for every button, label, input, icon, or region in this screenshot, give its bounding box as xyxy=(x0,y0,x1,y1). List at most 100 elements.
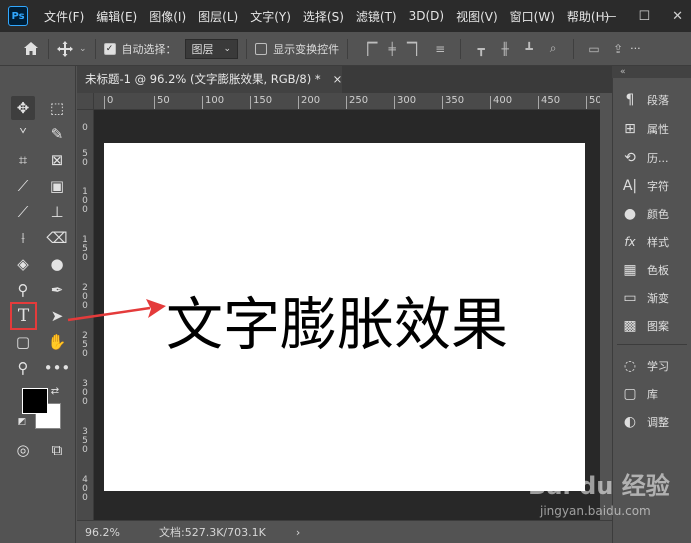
spot-healing-tool-icon[interactable]: ▣ xyxy=(45,174,69,198)
align-left-icon[interactable]: ▕▔ xyxy=(359,42,377,56)
panel-label: 调整 xyxy=(647,416,669,429)
foreground-color-swatch[interactable] xyxy=(22,388,48,414)
frame-tool-icon[interactable]: ⊠ xyxy=(45,148,69,172)
baidu-jingyan-watermark: Bai du 经验 jingyan.baidu.com xyxy=(528,466,688,526)
ruler-tick-label: 0 xyxy=(82,349,88,359)
horizontal-ruler[interactable]: 0 50 100 150 200 250 300 350 400 450 50 xyxy=(94,93,600,110)
menu-type[interactable]: 文字(Y) xyxy=(244,8,297,25)
workspace-icon[interactable]: ▭ xyxy=(587,42,601,56)
show-transform-label: 显示变换控件 xyxy=(273,42,340,56)
screen-mode-icon[interactable]: ⧉ xyxy=(45,438,69,462)
panel-label: 图案 xyxy=(647,320,669,333)
align-center-h-icon[interactable]: ╪ xyxy=(385,42,399,56)
clone-stamp-tool-icon[interactable]: ⊥ xyxy=(45,200,69,224)
document-tab[interactable]: 未标题-1 @ 96.2% (文字膨胀效果, RGB/8) * × xyxy=(77,66,342,93)
close-window-button[interactable]: ✕ xyxy=(672,9,683,24)
marquee-tool-icon[interactable]: ⬚ xyxy=(45,96,69,120)
quick-mask-icon[interactable]: ◎ xyxy=(11,438,35,462)
panel-label: 库 xyxy=(647,388,658,401)
default-colors-icon[interactable]: ◩ xyxy=(16,416,28,428)
swatches-icon: ▦ xyxy=(623,262,637,278)
menu-edit[interactable]: 编辑(E) xyxy=(90,8,143,25)
panel-libraries[interactable]: ▢ 库 xyxy=(621,383,689,405)
panel-history[interactable]: ⟲ 历... xyxy=(621,147,689,169)
panel-label: 段落 xyxy=(647,94,669,107)
vertical-scrollbar[interactable] xyxy=(600,93,612,520)
auto-select-checkbox[interactable]: ✓ xyxy=(103,42,116,55)
status-menu-arrow[interactable]: › xyxy=(296,526,300,539)
swap-colors-icon[interactable]: ⇄ xyxy=(48,384,62,398)
align-bottom-icon[interactable]: ┻ xyxy=(522,42,536,56)
menu-file[interactable]: 文件(F) xyxy=(38,8,90,25)
menu-view[interactable]: 视图(V) xyxy=(450,8,504,25)
ruler-tick-label: 0 xyxy=(82,158,88,168)
ruler-origin[interactable] xyxy=(77,93,94,110)
minimize-button[interactable]: — xyxy=(603,9,616,24)
menu-layer[interactable]: 图层(L) xyxy=(192,8,244,25)
zoom-tool-icon[interactable]: ⚲ xyxy=(11,356,35,380)
quick-selection-tool-icon[interactable]: ✎ xyxy=(45,122,69,146)
align-right-icon[interactable]: ▔▏ xyxy=(407,42,425,56)
menu-filter[interactable]: 滤镜(T) xyxy=(350,8,403,25)
menu-bar: Ps 文件(F) 编辑(E) 图像(I) 图层(L) 文字(Y) 选择(S) 滤… xyxy=(0,0,691,32)
tools-panel: ✥ ⬚ ᘁ ✎ ⌗ ⊠ ⟋ ▣ ⟋ ⊥ ⟊ ⌫ ◈ ● ⚲ ✒ T ➤ ▢ ✋ … xyxy=(0,66,76,543)
panel-styles[interactable]: fx 样式 xyxy=(621,231,689,253)
brush-tool-icon[interactable]: ⟋ xyxy=(11,200,35,224)
panel-collapse-strip[interactable]: « xyxy=(612,66,691,78)
lasso-tool-icon[interactable]: ᘁ xyxy=(11,122,35,146)
chevron-down-icon: ⌄ xyxy=(223,43,232,54)
zoom-level[interactable]: 96.2% xyxy=(85,526,155,539)
blur-tool-icon[interactable]: ● xyxy=(45,252,69,276)
maximize-button[interactable]: ☐ xyxy=(638,9,650,24)
panel-patterns[interactable]: ▩ 图案 xyxy=(621,315,689,337)
panel-swatches[interactable]: ▦ 色板 xyxy=(621,259,689,281)
dodge-tool-icon[interactable]: ⚲ xyxy=(11,278,35,302)
history-brush-tool-icon[interactable]: ⟊ xyxy=(11,226,35,250)
paint-bucket-tool-icon[interactable]: ◈ xyxy=(11,252,35,276)
align-top-icon[interactable]: ┳ xyxy=(474,42,488,56)
panel-color[interactable]: ● 颜色 xyxy=(621,203,689,225)
show-transform-checkbox[interactable] xyxy=(255,42,268,55)
align-middle-v-icon[interactable]: ╫ xyxy=(498,42,512,56)
patterns-icon: ▩ xyxy=(623,318,637,334)
watermark-url: jingyan.baidu.com xyxy=(540,504,651,518)
ruler-tick-label: 0 xyxy=(82,445,88,455)
crop-tool-icon[interactable]: ⌗ xyxy=(11,148,35,172)
panel-label: 颜色 xyxy=(647,208,669,221)
distribute-icon[interactable]: ≡ xyxy=(433,42,447,56)
rectangle-tool-icon[interactable]: ▢ xyxy=(11,330,35,354)
eraser-tool-icon[interactable]: ⌫ xyxy=(45,226,69,250)
panel-learn[interactable]: ◌ 学习 xyxy=(621,355,689,377)
panel-label: 属性 xyxy=(647,123,669,136)
more-options-label[interactable]: ··· xyxy=(630,42,641,55)
chevron-down-icon: ⌄ xyxy=(79,43,87,54)
canvas-text-layer[interactable]: 文字膨胀效果 xyxy=(166,279,508,361)
ruler-tick-label: 0 xyxy=(82,253,88,263)
menu-window[interactable]: 窗口(W) xyxy=(504,8,561,25)
menu-3d[interactable]: 3D(D) xyxy=(403,9,450,23)
menu-image[interactable]: 图像(I) xyxy=(143,8,192,25)
ruler-tick-label: 200 xyxy=(298,96,320,109)
hand-tool-icon[interactable]: ✋ xyxy=(45,330,69,354)
separator xyxy=(347,38,349,59)
move-tool-preset-icon[interactable]: ⌄ xyxy=(57,40,87,57)
auto-select-target-dropdown[interactable]: 图层 ⌄ xyxy=(184,38,239,59)
ruler-tick-label: 300 xyxy=(394,96,416,109)
move-tool-icon[interactable]: ✥ xyxy=(11,96,35,120)
close-icon[interactable]: × xyxy=(333,72,343,86)
eyedropper-tool-icon[interactable]: ⟋ xyxy=(11,174,35,198)
panel-character[interactable]: A| 字符 xyxy=(621,175,689,197)
search-icon[interactable]: ⌕ xyxy=(546,41,560,56)
type-tool-icon[interactable]: T xyxy=(10,302,37,330)
share-icon[interactable]: ⇪ xyxy=(611,42,625,56)
document-canvas[interactable]: 文字膨胀效果 xyxy=(104,143,585,491)
auto-select-target-value: 图层 xyxy=(191,42,214,56)
home-icon[interactable] xyxy=(22,41,40,56)
panel-gradients[interactable]: ▭ 渐变 xyxy=(621,287,689,309)
panel-adjustments[interactable]: ◐ 调整 xyxy=(621,411,689,433)
menu-select[interactable]: 选择(S) xyxy=(297,8,350,25)
panel-paragraph[interactable]: ¶ 段落 xyxy=(621,89,689,111)
ruler-tick-label: 150 xyxy=(250,96,272,109)
panel-properties[interactable]: ⊞ 属性 xyxy=(621,118,689,140)
more-tools-icon[interactable]: ••• xyxy=(44,356,71,380)
